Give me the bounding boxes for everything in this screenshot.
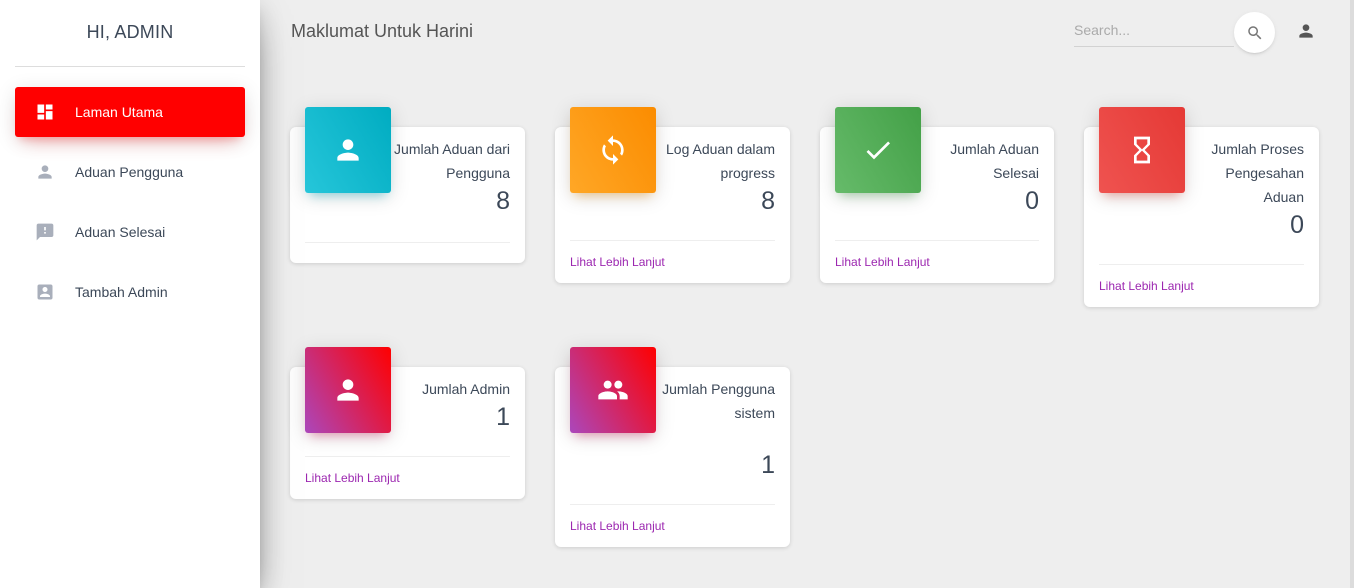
card-category: Jumlah Pengguna sistem	[662, 381, 775, 421]
stat-card-aduan-selesai: Jumlah Aduan Selesai 0 Lihat Lebih Lanju…	[820, 107, 1054, 283]
stat-card-proses-pengesahan: Jumlah Proses Pengesahan Aduan 0 Lihat L…	[1084, 107, 1319, 307]
card-divider	[305, 242, 510, 243]
view-more-link[interactable]: Lihat Lebih Lanjut	[305, 471, 400, 485]
page-title: Maklumat Untuk Harini	[291, 21, 474, 41]
card-category: Jumlah Aduan Selesai	[950, 141, 1039, 181]
view-more-link[interactable]: Lihat Lebih Lanjut	[835, 255, 930, 269]
account-box-icon	[35, 282, 55, 302]
sidebar-item-label: Aduan Pengguna	[75, 164, 184, 180]
view-more-link[interactable]: Lihat Lebih Lanjut	[570, 255, 665, 269]
page-scrollbar[interactable]	[1350, 0, 1354, 588]
view-more-link[interactable]: Lihat Lebih Lanjut	[1099, 279, 1194, 293]
sync-icon	[570, 107, 656, 193]
stat-card-log-aduan: Log Aduan dalam progress 8 Lihat Lebih L…	[555, 107, 790, 283]
stat-card-jumlah-pengguna: Jumlah Pengguna sistem 1 Lihat Lebih Lan…	[555, 347, 790, 547]
card-value: 1	[761, 451, 775, 479]
person-icon	[1296, 21, 1316, 41]
sidebar-item-label: Laman Utama	[75, 104, 163, 120]
check-icon	[835, 107, 921, 193]
card-divider	[305, 456, 510, 457]
user-menu-button[interactable]	[1296, 20, 1316, 42]
card-category: Jumlah Admin	[422, 381, 510, 397]
feedback-icon	[35, 222, 55, 242]
view-more-link[interactable]: Lihat Lebih Lanjut	[570, 519, 665, 533]
people-icon	[570, 347, 656, 433]
sidebar-item-laman-utama[interactable]: Laman Utama	[15, 87, 245, 137]
card-divider	[570, 240, 775, 241]
card-value: 8	[761, 187, 775, 215]
stat-card-aduan-pengguna: Jumlah Aduan dari Pengguna 8	[290, 107, 525, 263]
dashboard-icon	[35, 102, 55, 122]
sidebar-nav: Laman Utama Aduan Pengguna Aduan Selesai…	[15, 87, 245, 327]
card-value: 1	[496, 403, 510, 431]
card-value: 0	[1290, 211, 1304, 239]
search-icon	[1246, 24, 1264, 42]
sidebar-item-aduan-pengguna[interactable]: Aduan Pengguna	[15, 147, 245, 197]
card-value: 8	[496, 187, 510, 215]
hourglass-icon	[1099, 107, 1185, 193]
card-divider	[570, 504, 775, 505]
card-category: Jumlah Aduan dari Pengguna	[394, 141, 510, 181]
sidebar: HI, ADMIN Laman Utama Aduan Pengguna Adu…	[0, 0, 260, 588]
card-divider	[1099, 264, 1304, 265]
search-input[interactable]	[1074, 16, 1234, 44]
person-icon	[305, 107, 391, 193]
card-divider	[835, 240, 1039, 241]
sidebar-brand: HI, ADMIN	[15, 0, 245, 67]
sidebar-item-tambah-admin[interactable]: Tambah Admin	[15, 267, 245, 317]
sidebar-item-label: Tambah Admin	[75, 284, 168, 300]
search-field	[1074, 16, 1234, 47]
search-button[interactable]	[1234, 12, 1275, 53]
stat-card-jumlah-admin: Jumlah Admin 1 Lihat Lebih Lanjut	[290, 347, 525, 499]
sidebar-item-label: Aduan Selesai	[75, 224, 166, 240]
card-category: Log Aduan dalam progress	[666, 141, 775, 181]
person-icon	[35, 162, 55, 182]
main-panel: Maklumat Untuk Harini Jumlah Aduan dari …	[260, 0, 1354, 588]
sidebar-item-aduan-selesai[interactable]: Aduan Selesai	[15, 207, 245, 257]
person-icon	[305, 347, 391, 433]
card-value: 0	[1025, 187, 1039, 215]
card-category: Jumlah Proses Pengesahan Aduan	[1211, 141, 1304, 205]
